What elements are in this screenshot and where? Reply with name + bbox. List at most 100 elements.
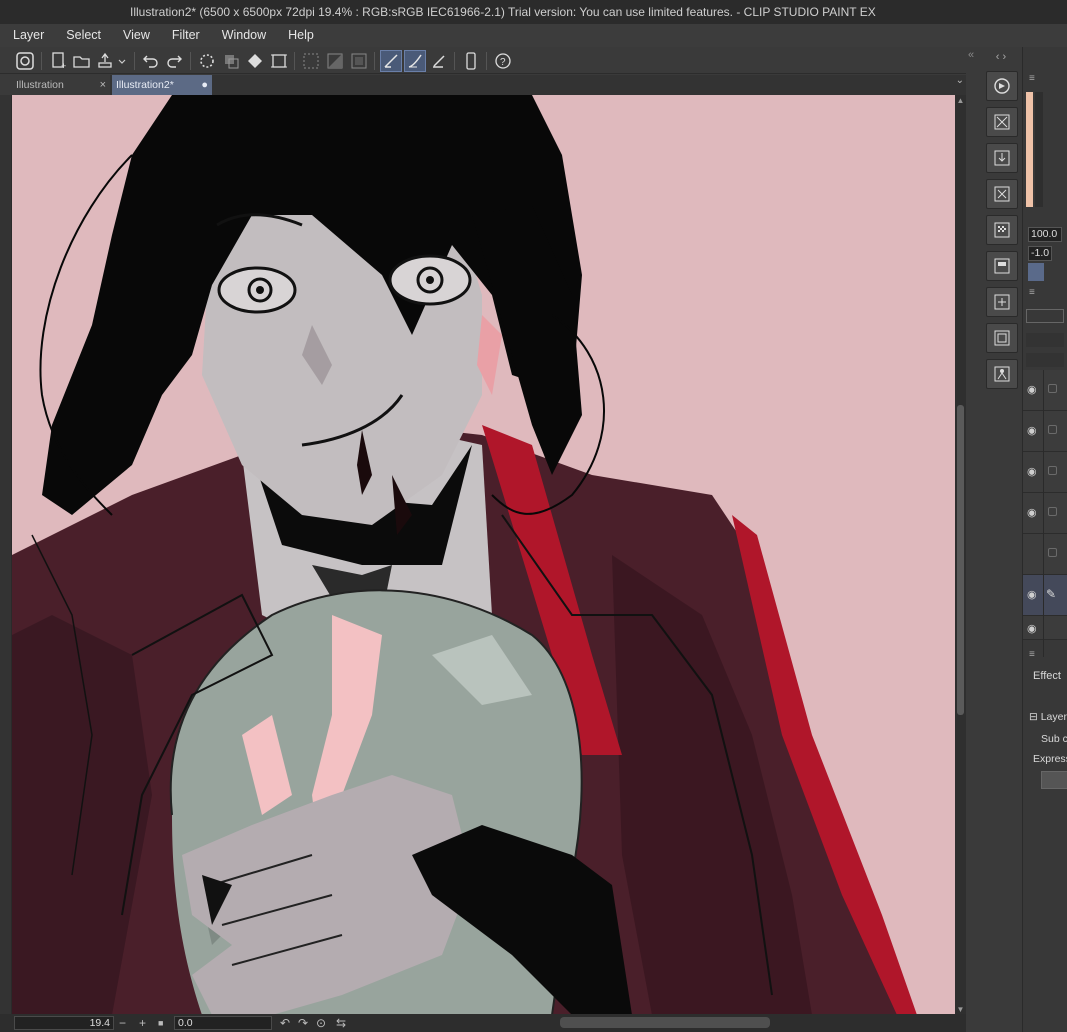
reset-rotation-icon[interactable]: ⊙	[316, 1014, 326, 1032]
menu-icon[interactable]: ≡	[1029, 73, 1035, 84]
tab-illustration2[interactable]: Illustration2* ●	[112, 75, 212, 95]
layer-row[interactable]: ◉	[1023, 452, 1067, 493]
menu-filter[interactable]: Filter	[159, 24, 200, 47]
effect-label: Effect	[1033, 670, 1061, 682]
blend-mode-select[interactable]	[1026, 309, 1064, 323]
app-window: Illustration2* (6500 x 6500px 72dpi 19.4…	[0, 0, 1067, 1032]
title-bar: Illustration2* (6500 x 6500px 72dpi 19.4…	[0, 0, 1067, 24]
ruler-icon[interactable]	[380, 50, 402, 72]
drawing-canvas[interactable]	[12, 95, 955, 1015]
flip-icon[interactable]: ⇆	[336, 1014, 346, 1032]
lock-icon[interactable]	[1048, 425, 1057, 434]
modified-dot-icon[interactable]: ●	[201, 75, 208, 95]
vector-icon[interactable]	[428, 50, 450, 72]
pen-icon: ✎	[1046, 587, 1057, 601]
panel-header: ‹ ›	[995, 51, 1007, 63]
chevron-down-icon[interactable]	[115, 50, 129, 72]
export-icon[interactable]	[94, 50, 116, 72]
eye-icon[interactable]: ◉	[1027, 622, 1037, 635]
invert-icon[interactable]	[324, 50, 346, 72]
eye-icon[interactable]: ◉	[1027, 424, 1037, 437]
eye-icon[interactable]: ◉	[1027, 383, 1037, 396]
tab-illustration[interactable]: Illustration ×	[12, 75, 110, 95]
smartphone-icon[interactable]	[460, 50, 482, 72]
help-icon[interactable]: ?	[492, 50, 514, 72]
command-bar: + ?	[0, 47, 966, 74]
material-icon[interactable]	[986, 107, 1018, 137]
clear-icon[interactable]	[348, 50, 370, 72]
zoom-out-button[interactable]: −	[119, 1014, 126, 1032]
vertical-scrollbar[interactable]: ▲ ▼	[955, 95, 966, 1015]
eye-icon[interactable]: ◉	[1027, 588, 1037, 601]
color-swatch[interactable]	[1026, 92, 1033, 207]
open-icon[interactable]	[71, 50, 93, 72]
express-color-button[interactable]	[1041, 771, 1067, 789]
scroll-up-icon[interactable]: ▲	[955, 95, 966, 106]
app-logo-icon[interactable]	[14, 50, 36, 72]
offset-field[interactable]: -1.0	[1028, 246, 1052, 261]
chevron-down-icon[interactable]: ⌄	[956, 75, 964, 86]
menu-view[interactable]: View	[110, 24, 150, 47]
artwork	[12, 95, 917, 1015]
collapse-icon[interactable]: «	[968, 49, 974, 61]
layer-buttons[interactable]	[1026, 353, 1064, 367]
layer-row[interactable]: ◉	[1023, 493, 1067, 534]
left-tool-strip	[0, 95, 12, 1015]
person-icon[interactable]	[986, 359, 1018, 389]
layer-row[interactable]: ◉	[1023, 411, 1067, 452]
document-tabs: Illustration × Illustration2* ● ⌄	[12, 75, 966, 95]
fill-icon[interactable]	[244, 50, 266, 72]
menu-layer[interactable]: Layer	[0, 24, 44, 47]
menu-help[interactable]: Help	[275, 24, 314, 47]
panel-gutter: «	[966, 47, 980, 1032]
layer-row[interactable]: ◉	[1023, 616, 1067, 657]
color-slider[interactable]	[1035, 92, 1043, 207]
lock-icon[interactable]	[1048, 548, 1057, 557]
zoom-field[interactable]: 19.4	[14, 1016, 114, 1030]
opacity-field[interactable]: 100.0	[1028, 227, 1062, 242]
menu-icon[interactable]: ≡	[1029, 287, 1035, 298]
redo-icon[interactable]	[163, 50, 185, 72]
menu-bar: Layer Select View Filter Window Help	[0, 24, 1067, 47]
select-all-icon[interactable]	[300, 50, 322, 72]
lock-icon[interactable]	[1048, 384, 1057, 393]
close-icon[interactable]: ×	[100, 75, 106, 95]
layer-tools[interactable]	[1026, 333, 1064, 347]
eye-icon[interactable]: ◉	[1027, 506, 1037, 519]
zoom-in-button[interactable]: +	[139, 1014, 146, 1032]
layer-label: Layer	[1040, 711, 1067, 723]
menu-window[interactable]: Window	[209, 24, 266, 47]
loading-icon[interactable]	[196, 50, 218, 72]
delete-icon[interactable]	[986, 179, 1018, 209]
express-label: Express	[1033, 753, 1067, 765]
right-panel: ≡ 100.0 -1.0 ≡ ◉ ◉ ◉ ◉ ◉ ✎ ◉ ≡ Effect ⊟ L…	[1022, 47, 1067, 1032]
undo-icon[interactable]	[140, 50, 162, 72]
eyedropper-icon[interactable]	[1028, 263, 1044, 281]
sub-label: Sub c	[1041, 733, 1067, 745]
material-toolbar: ‹ ›	[980, 47, 1022, 1032]
menu-icon[interactable]: ≡	[1029, 649, 1035, 660]
rotation-field[interactable]: 0.0	[174, 1016, 272, 1030]
rotate-left-icon[interactable]: ↶	[280, 1014, 290, 1032]
import-icon[interactable]	[986, 143, 1018, 173]
resize-icon[interactable]	[268, 50, 290, 72]
menu-select[interactable]: Select	[53, 24, 101, 47]
eye-icon[interactable]: ◉	[1027, 465, 1037, 478]
lock-icon[interactable]	[1048, 466, 1057, 475]
layer-row[interactable]	[1023, 534, 1067, 575]
navigator-icon[interactable]	[986, 71, 1018, 101]
lock-icon[interactable]	[1048, 507, 1057, 516]
transform-icon[interactable]	[220, 50, 242, 72]
horizontal-scrollbar[interactable]	[560, 1017, 770, 1028]
frame-icon[interactable]	[986, 323, 1018, 353]
new-icon[interactable]: +	[48, 50, 70, 72]
fit-icon[interactable]: ■	[158, 1014, 163, 1032]
layout-icon[interactable]	[986, 251, 1018, 281]
layer-row-selected[interactable]: ◉ ✎	[1023, 575, 1067, 616]
convert-icon[interactable]	[986, 287, 1018, 317]
scroll-thumb[interactable]	[957, 405, 964, 715]
brush-snap-icon[interactable]	[404, 50, 426, 72]
pattern-icon[interactable]	[986, 215, 1018, 245]
layer-row[interactable]: ◉	[1023, 370, 1067, 411]
rotate-right-icon[interactable]: ↷	[298, 1014, 308, 1032]
